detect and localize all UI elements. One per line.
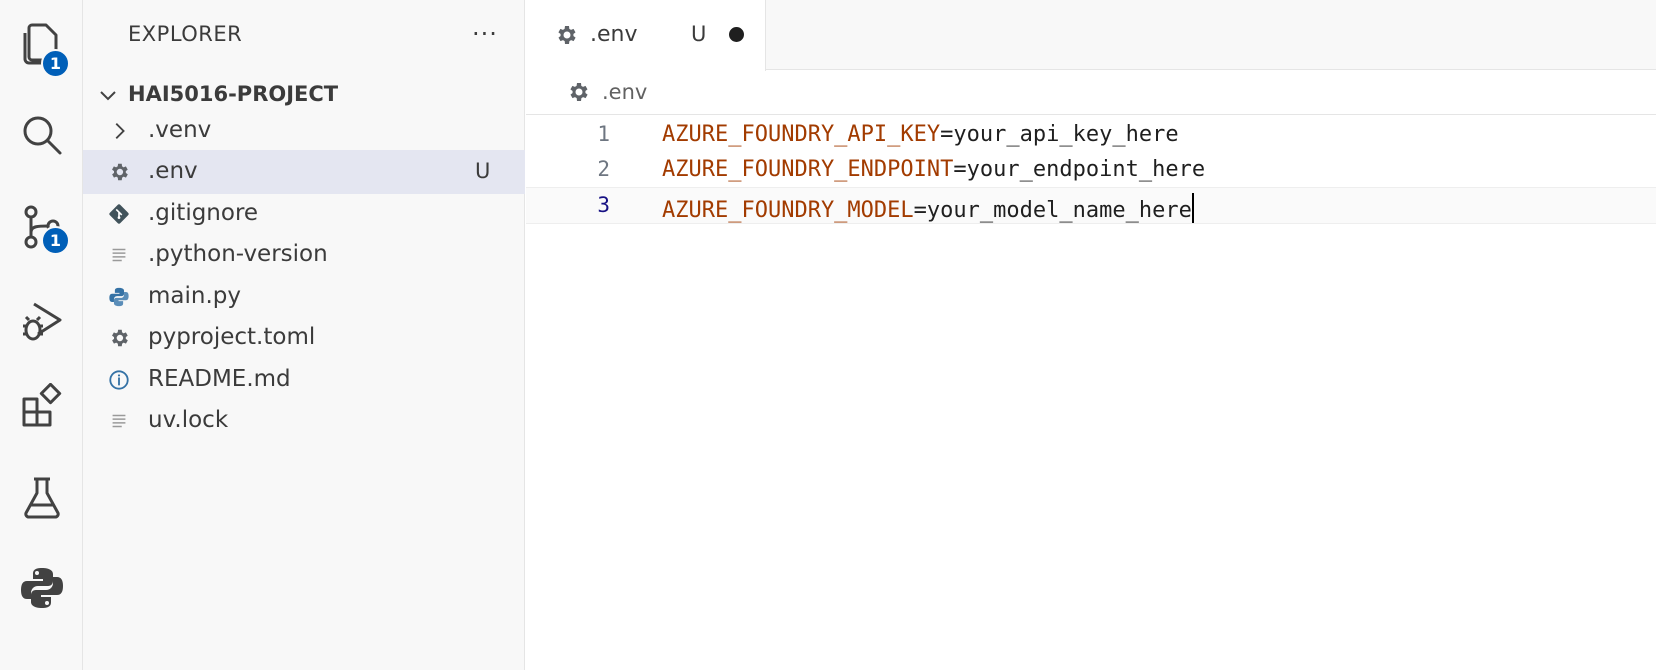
sidebar-title: EXPLORER [128, 22, 243, 46]
tab-untracked-status: U [691, 22, 707, 46]
gear-icon [107, 160, 131, 184]
tab-bar: .env U [526, 0, 1656, 71]
breadcrumb: .env [526, 71, 1656, 115]
python-icon [18, 564, 66, 616]
gear-icon [566, 80, 590, 104]
python-activity-button[interactable] [0, 548, 83, 632]
tree-item-label: pyproject.toml [148, 324, 316, 350]
tree-item-label: main.py [148, 283, 241, 309]
tree-item-main-py[interactable]: main.py [83, 275, 525, 319]
tree-item-label: uv.lock [148, 407, 229, 433]
explorer-sidebar: EXPLORER ··· HAI5016-PROJECT .venv .env … [83, 0, 525, 670]
python-icon [107, 285, 131, 309]
lines-icon [107, 409, 131, 433]
tab-label: .env [590, 22, 638, 47]
line-number: 2 [597, 157, 610, 181]
more-actions-button[interactable]: ··· [465, 14, 505, 54]
line-content: AZURE_FOUNDRY_MODEL=your_model_name_here [662, 193, 1194, 223]
code-line[interactable]: 2 AZURE_FOUNDRY_ENDPOINT=your_endpoint_h… [526, 152, 1656, 189]
source-control-badge: 1 [41, 226, 70, 255]
tree-item-python-version[interactable]: .python-version [83, 233, 525, 277]
search-icon [18, 111, 66, 163]
text-cursor [1191, 193, 1194, 223]
env-key: AZURE_FOUNDRY_MODEL [662, 198, 914, 223]
env-value: =your_model_name_here [913, 198, 1192, 223]
env-key: AZURE_FOUNDRY_ENDPOINT [662, 157, 954, 182]
env-value: =your_endpoint_here [953, 157, 1206, 182]
explorer-badge: 1 [41, 49, 70, 78]
gear-icon [107, 326, 131, 350]
line-content: AZURE_FOUNDRY_API_KEY=your_api_key_here [662, 122, 1179, 147]
tree-item-pyproject[interactable]: pyproject.toml [83, 316, 525, 360]
search-activity-button[interactable] [0, 95, 83, 179]
unsaved-dot-icon[interactable] [729, 27, 744, 42]
tree-item-env[interactable]: .env U [83, 150, 525, 194]
tree-item-label: README.md [148, 366, 291, 392]
testing-icon [18, 473, 66, 525]
tree-item-uv-lock[interactable]: uv.lock [83, 399, 525, 443]
breadcrumb-file[interactable]: .env [602, 80, 647, 104]
tree-item-venv[interactable]: .venv [83, 109, 525, 153]
tree-item-gitignore[interactable]: .gitignore [83, 192, 525, 236]
project-name: HAI5016-PROJECT [128, 82, 339, 106]
explorer-activity-button[interactable]: 1 [0, 3, 83, 87]
editor-area: .env U .env 1 AZURE_FOUNDRY_API_KEY=your… [526, 0, 1656, 670]
line-number: 1 [597, 122, 610, 146]
tree-item-label: .env [148, 158, 198, 184]
git-icon [107, 202, 131, 226]
run-debug-icon [18, 296, 66, 348]
code-line-current[interactable]: 3 AZURE_FOUNDRY_MODEL=your_model_name_he… [526, 187, 1656, 224]
lines-icon [107, 243, 131, 267]
line-content: AZURE_FOUNDRY_ENDPOINT=your_endpoint_her… [662, 157, 1205, 182]
line-number: 3 [597, 193, 610, 217]
chevron-down-icon [97, 84, 119, 106]
env-key: AZURE_FOUNDRY_API_KEY [662, 122, 941, 147]
tab-env[interactable]: .env U [526, 0, 766, 71]
testing-activity-button[interactable] [0, 457, 83, 541]
extensions-activity-button[interactable] [0, 367, 83, 451]
activity-bar: 1 1 [0, 0, 83, 670]
gear-icon [554, 23, 578, 47]
tree-item-label: .venv [148, 117, 212, 143]
env-value: =your_api_key_here [940, 122, 1179, 147]
source-control-activity-button[interactable]: 1 [0, 186, 83, 270]
extensions-icon [18, 382, 66, 435]
code-line[interactable]: 1 AZURE_FOUNDRY_API_KEY=your_api_key_her… [526, 117, 1656, 154]
run-debug-activity-button[interactable] [0, 280, 83, 364]
untracked-status: U [475, 159, 491, 183]
tree-item-label: .python-version [148, 241, 328, 267]
chevron-right-icon [107, 119, 131, 143]
tree-item-readme[interactable]: README.md [83, 358, 525, 402]
tree-item-label: .gitignore [148, 200, 259, 226]
info-icon [107, 368, 131, 392]
